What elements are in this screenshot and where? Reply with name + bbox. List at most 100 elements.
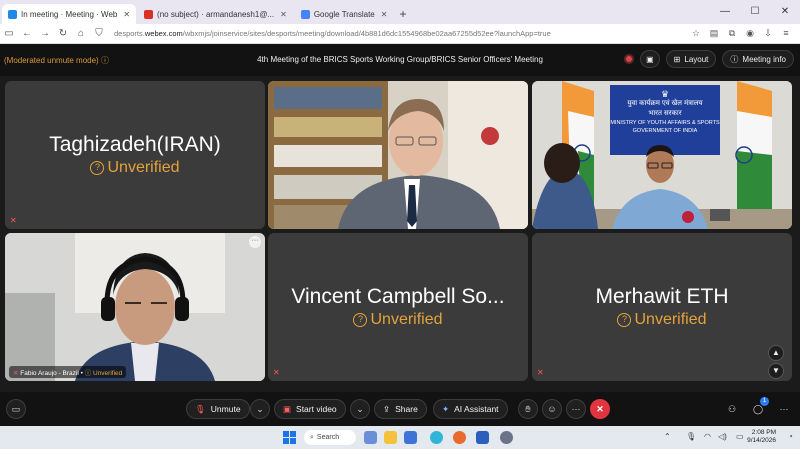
tab-label: (no subject) · armandanesh1@...	[157, 9, 275, 19]
layout-button[interactable]: ⊞ Layout	[665, 50, 717, 68]
volume-icon[interactable]: ◁)	[718, 432, 727, 441]
tab-label: In meeting · Meeting · Web	[21, 9, 118, 19]
share-icon: ⇪	[383, 403, 391, 414]
camera-icon[interactable]: ◉	[742, 28, 758, 39]
question-icon: ?	[90, 161, 105, 175]
download-icon[interactable]: ⇩	[760, 28, 776, 39]
participant-tile-video-office[interactable]	[268, 81, 528, 229]
captions-icon[interactable]: ▭	[6, 399, 26, 419]
recording-icon[interactable]	[624, 54, 635, 64]
wifi-icon[interactable]: ◠	[704, 432, 711, 441]
unverified-badge: ⓘ Unverified	[84, 370, 123, 377]
participant-tile-fabio-araujo[interactable]: ··· ✕ Fabio Araujo - Brazil • ⓘ Unverifi…	[5, 233, 265, 381]
ai-sparkle-icon: ✦	[442, 403, 450, 414]
participants-icon[interactable]: ⚇	[722, 399, 742, 419]
participant-name: Taghizadeh(IRAN)	[49, 133, 221, 156]
menu-icon[interactable]: ≡	[778, 28, 794, 39]
home-icon[interactable]: ⌂	[72, 28, 90, 39]
tab-google-translate[interactable]: Google Translate ✕	[295, 4, 394, 24]
window-controls: — ☐ ✕	[710, 0, 800, 24]
reload-icon[interactable]: ↻	[54, 28, 72, 39]
ai-assistant-button[interactable]: ✦ AI Assistant	[433, 399, 508, 419]
bookmark-icon[interactable]: ☆	[688, 28, 704, 39]
video-options-chevron-icon[interactable]: ⌄	[350, 399, 370, 419]
close-tab-icon[interactable]: ✕	[381, 10, 388, 19]
ministry-banner: ♛ युवा कार्यक्रम एवं खेल मंत्रालय भारत स…	[610, 89, 720, 134]
question-icon: ?	[617, 313, 632, 327]
windows-taskbar: ⌕ Search ⌃ 🎙︎ ◠ ◁) ▭ 2:08 PM 9/14/2026 ◔	[0, 426, 800, 449]
browser-toolbar: ☆ ▤ ⧉ ◉ ⇩ ≡	[688, 28, 800, 39]
reactions-icon[interactable]: ☺	[542, 399, 562, 419]
close-window-icon[interactable]: ✕	[770, 0, 800, 24]
tab-label: Google Translate	[313, 9, 375, 19]
unverified-badge: ? Unverified	[268, 311, 528, 329]
close-tab-icon[interactable]: ✕	[280, 10, 287, 19]
info-circle-icon: ⓘ	[730, 54, 739, 64]
tab-webex-meeting[interactable]: In meeting · Meeting · Web ✕	[2, 4, 137, 24]
address-bar: ▭ ← → ↻ ⌂ ⛉ desports.webex.com/wbxmjs/jo…	[0, 24, 800, 44]
webex-favicon-icon	[8, 9, 17, 19]
question-icon: ?	[353, 313, 368, 327]
info-icon[interactable]: ⓘ	[101, 56, 109, 65]
muted-mic-icon: ✕	[13, 370, 19, 377]
battery-icon[interactable]: ▭	[736, 432, 744, 441]
start-video-button[interactable]: ▣ Start video	[274, 399, 346, 419]
unverified-badge: ? Unverified	[5, 159, 265, 177]
minimize-icon[interactable]: —	[710, 0, 740, 24]
back-icon[interactable]: ←	[18, 28, 36, 39]
windows-start-icon[interactable]	[283, 431, 296, 444]
more-options-button[interactable]: ···	[566, 399, 586, 419]
store-icon[interactable]	[404, 431, 417, 444]
extensions-icon[interactable]: ⧉	[724, 28, 740, 39]
more-options-icon[interactable]: ···	[249, 236, 261, 248]
muted-mic-icon: ✕	[537, 368, 544, 377]
audio-options-chevron-icon[interactable]: ⌄	[250, 399, 270, 419]
close-tab-icon[interactable]: ✕	[123, 10, 130, 19]
task-view-icon[interactable]	[364, 431, 377, 444]
tab-gmail[interactable]: (no subject) · armandanesh1@... ✕	[138, 4, 293, 24]
edge-icon[interactable]	[430, 431, 443, 444]
shield-icon[interactable]: ⛉	[90, 28, 108, 39]
participant-label: ✕ Fabio Araujo - Brazil • ⓘ Unverified	[9, 366, 127, 378]
unverified-badge: ? Unverified	[532, 311, 792, 329]
participant-tile-taghizadeh[interactable]: Taghizadeh(IRAN) ? Unverified ✕	[5, 81, 265, 229]
new-tab-button[interactable]: +	[399, 4, 406, 24]
forward-icon[interactable]: →	[36, 28, 54, 39]
participant-tile-merhawit[interactable]: Merhawit ETH ? Unverified ✕ ▲ ▼	[532, 233, 792, 381]
apps-more-icon[interactable]: ···	[774, 399, 794, 419]
url-input[interactable]: desports.webex.com/wbxmjs/joinservice/si…	[114, 29, 688, 38]
show-hidden-icons-icon[interactable]: ⌃	[664, 432, 671, 441]
meeting-controls: ▭ 🎙︎ Unmute ⌄ ▣ Start video ⌄ ⇪ Share ✦ AI A…	[0, 392, 800, 426]
leave-meeting-button[interactable]: ✕	[590, 399, 610, 419]
emblem-icon: ♛	[660, 89, 670, 99]
video-off-icon: ▣	[283, 403, 292, 414]
fabio-video-image	[5, 233, 265, 381]
unmute-button[interactable]: 🎙︎ Unmute	[186, 399, 250, 419]
share-button[interactable]: ⇪ Share	[374, 399, 427, 419]
meeting-header: (Moderated unmute mode) ⓘ 4th Meeting of…	[0, 44, 800, 76]
scroll-up-icon[interactable]: ▲	[768, 345, 784, 361]
taskbar-search[interactable]: ⌕ Search	[304, 430, 356, 445]
meeting-info-button[interactable]: ⓘ Meeting info	[722, 50, 794, 68]
scroll-down-icon[interactable]: ▼	[768, 363, 784, 379]
file-explorer-icon[interactable]	[384, 431, 397, 444]
layout-icon: ⊞	[673, 54, 681, 64]
captions-button[interactable]: ▣	[640, 50, 660, 68]
muted-mic-icon: ✕	[10, 216, 17, 225]
reader-icon[interactable]: ▤	[706, 28, 722, 39]
microphone-icon[interactable]: 🎙︎	[686, 432, 696, 441]
firefox-icon[interactable]	[453, 431, 466, 444]
taskbar-clock[interactable]: 2:08 PM 9/14/2026	[747, 429, 776, 445]
sidebar-toggle-icon[interactable]: ▭	[0, 28, 18, 39]
raise-hand-icon[interactable]: ✋︎	[518, 399, 538, 419]
word-icon[interactable]	[476, 431, 489, 444]
notifications-icon[interactable]: ◔	[788, 432, 793, 441]
participant-tile-india-ministry[interactable]: ♛ युवा कार्यक्रम एवं खेल मंत्रालय भारत स…	[532, 81, 792, 229]
participant-tile-vincent-campbell[interactable]: Vincent Campbell So... ? Unverified ✕	[268, 233, 528, 381]
participant-name: Vincent Campbell So...	[291, 285, 505, 308]
settings-gear-icon[interactable]	[500, 431, 513, 444]
maximize-icon[interactable]: ☐	[740, 0, 770, 24]
moderated-mode-label: (Moderated unmute mode) ⓘ	[4, 55, 109, 65]
notification-badge: 1	[760, 397, 769, 406]
search-icon: ⌕	[310, 433, 314, 441]
